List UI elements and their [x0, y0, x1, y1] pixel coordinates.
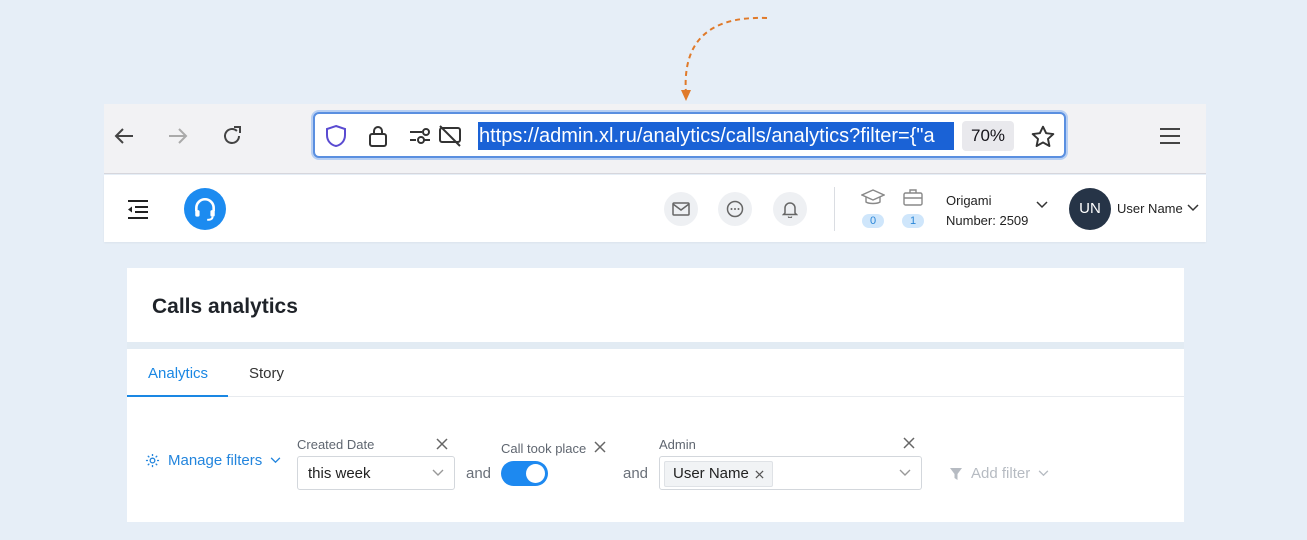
- tab-analytics[interactable]: Analytics: [148, 365, 208, 382]
- add-filter-label: Add filter: [971, 465, 1031, 482]
- no-screen-share-icon[interactable]: [437, 123, 463, 149]
- funnel-icon: [950, 467, 962, 480]
- mail-button[interactable]: [664, 192, 698, 226]
- toggle-knob: [526, 464, 545, 483]
- zoom-level[interactable]: 70%: [962, 121, 1014, 151]
- mail-icon: [672, 202, 690, 216]
- page-title: Calls analytics: [152, 295, 298, 318]
- org-number: Number: 2509: [946, 213, 1029, 228]
- gear-icon: [145, 453, 160, 468]
- avatar[interactable]: UN: [1069, 188, 1111, 230]
- and-connector: and: [466, 465, 492, 482]
- permissions-icon[interactable]: [407, 123, 433, 149]
- chevron-down-icon: [1038, 470, 1049, 477]
- created-date-value: this week: [308, 465, 371, 482]
- address-bar[interactable]: https://admin.xl.ru/analytics/calls/anal…: [313, 112, 1066, 158]
- chevron-down-icon: [270, 457, 281, 464]
- tab-bar: Analytics Story: [127, 349, 1184, 397]
- back-arrow-icon: [114, 128, 133, 144]
- star-icon[interactable]: [1029, 123, 1057, 151]
- graduation-cap-icon: [860, 189, 886, 205]
- back-button[interactable]: [108, 120, 140, 152]
- admin-chip-label: User Name: [673, 465, 749, 482]
- courses-indicator[interactable]: 0: [860, 188, 886, 229]
- notifications-button[interactable]: [773, 192, 807, 226]
- close-icon[interactable]: [593, 440, 607, 454]
- call-took-place-toggle[interactable]: [501, 461, 548, 486]
- shield-icon[interactable]: [323, 123, 349, 149]
- admin-label: Admin: [659, 437, 696, 452]
- browser-toolbar: https://admin.xl.ru/analytics/calls/anal…: [104, 104, 1206, 174]
- chevron-down-icon: [432, 469, 444, 476]
- close-icon[interactable]: [435, 437, 449, 451]
- chat-icon: [726, 200, 744, 218]
- section-divider: [127, 342, 1184, 349]
- reload-button[interactable]: [216, 120, 248, 152]
- manage-filters-label: Manage filters: [168, 452, 263, 469]
- app-logo[interactable]: [184, 188, 226, 230]
- org-name: Origami: [946, 193, 992, 208]
- tab-story[interactable]: Story: [249, 365, 284, 382]
- app-header: 0 1 Origami Number: 2509 UN User Name: [104, 175, 1206, 242]
- close-icon[interactable]: [902, 436, 916, 450]
- bell-icon: [782, 202, 798, 218]
- courses-badge: 0: [862, 214, 884, 228]
- cases-indicator[interactable]: 1: [900, 188, 926, 229]
- created-date-select[interactable]: this week: [297, 456, 455, 490]
- hamburger-menu-icon[interactable]: [1156, 122, 1184, 150]
- filters-card: Analytics Story Manage filters Created D…: [127, 349, 1184, 522]
- forward-arrow-icon: [169, 128, 188, 144]
- chevron-down-icon[interactable]: [1187, 204, 1199, 212]
- annotation-arrow: [681, 16, 768, 101]
- headset-icon: [195, 197, 215, 221]
- add-filter-button[interactable]: Add filter: [949, 465, 1049, 482]
- close-icon[interactable]: [755, 469, 764, 479]
- active-tab-indicator: [127, 395, 228, 397]
- reload-icon: [224, 126, 241, 144]
- manage-filters-button[interactable]: Manage filters: [145, 452, 281, 469]
- and-connector: and: [623, 465, 649, 482]
- briefcase-icon: [903, 189, 923, 206]
- forward-button[interactable]: [162, 120, 194, 152]
- cases-badge: 1: [902, 214, 924, 228]
- created-date-label: Created Date: [297, 437, 375, 452]
- organization-info[interactable]: Origami Number: 2509: [946, 191, 1028, 231]
- page-title-card: Calls analytics: [127, 268, 1184, 342]
- admin-select[interactable]: User Name: [659, 456, 922, 490]
- sidebar-toggle-icon[interactable]: [126, 199, 150, 219]
- call-took-place-label: Call took place: [501, 441, 587, 456]
- header-divider: [834, 187, 835, 231]
- chevron-down-icon: [899, 469, 911, 476]
- admin-chip: User Name: [664, 461, 773, 487]
- lock-icon[interactable]: [365, 123, 391, 149]
- url-text[interactable]: https://admin.xl.ru/analytics/calls/anal…: [478, 122, 954, 150]
- chat-button[interactable]: [718, 192, 752, 226]
- user-name[interactable]: User Name: [1117, 201, 1183, 216]
- chevron-down-icon[interactable]: [1036, 201, 1048, 209]
